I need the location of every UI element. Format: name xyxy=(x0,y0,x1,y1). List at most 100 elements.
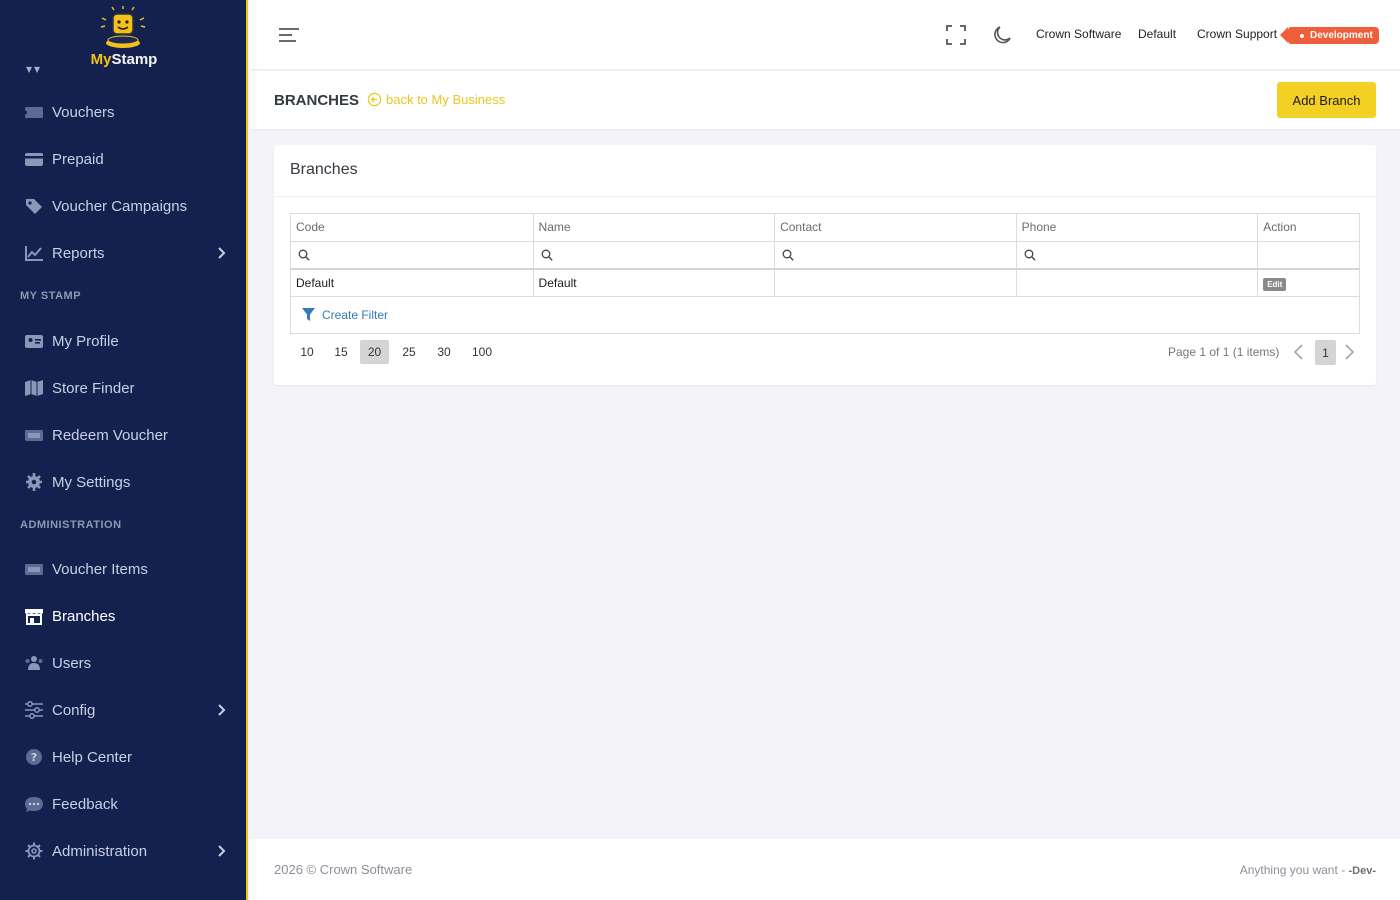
svg-text:?: ? xyxy=(31,751,37,764)
phone-filter-cell xyxy=(1016,241,1259,268)
sidebar-item-my-profile[interactable]: My Profile xyxy=(0,321,246,361)
sidebar-item-label: Branches xyxy=(52,607,116,625)
sidebar-item-voucher-items[interactable]: Voucher Items xyxy=(0,549,246,589)
page-title-bar: BRANCHES back to My Business Add Branch xyxy=(250,71,1400,129)
card-header: Branches xyxy=(274,145,1376,197)
page-title: BRANCHES xyxy=(274,92,360,109)
sidebar-item-reports[interactable]: Reports xyxy=(0,233,246,273)
search-icon xyxy=(541,249,553,261)
column-header-action: Action xyxy=(1263,220,1297,234)
page-size-option[interactable]: 15 xyxy=(330,340,352,364)
arrow-left-circle-icon xyxy=(367,92,382,107)
code-filter-cell xyxy=(291,241,534,268)
tag-icon xyxy=(24,196,44,216)
sidebar: MyStamp ▾▾ Vouchers Prepaid Voucher Camp… xyxy=(0,0,248,900)
chevron-left-icon[interactable] xyxy=(1292,343,1306,361)
branches-grid: Code Name Contact Phone Action Default D… xyxy=(290,213,1360,334)
sidebar-item-help-center[interactable]: ? Help Center xyxy=(0,737,246,777)
sidebar-item-label: Voucher Items xyxy=(52,560,148,578)
sidebar-item-label: My Settings xyxy=(52,473,131,491)
phone-filter-input[interactable] xyxy=(1040,246,1252,264)
sidebar-item-label: Help Center xyxy=(52,748,133,766)
sidebar-item-prepaid[interactable]: Prepaid xyxy=(0,139,246,179)
sidebar-item-users[interactable]: Users xyxy=(0,643,246,683)
search-icon xyxy=(1024,249,1036,261)
sidebar-item-label: Reports xyxy=(52,244,105,262)
cell-name: Default xyxy=(533,268,776,296)
contact-filter-cell xyxy=(775,241,1017,268)
sidebar-item-label: Config xyxy=(52,701,96,719)
column-header-contact[interactable]: Contact xyxy=(775,214,1017,241)
environment-badge: Development xyxy=(1280,27,1379,44)
grid-filter-row xyxy=(291,241,1360,268)
page-number-current[interactable]: 1 xyxy=(1315,340,1336,365)
page-size-option[interactable]: 25 xyxy=(398,340,420,364)
funnel-filter-icon xyxy=(302,308,315,321)
code-filter-input[interactable] xyxy=(315,246,527,264)
sidebar-item-label: Voucher Campaigns xyxy=(52,197,188,215)
cell-phone xyxy=(1016,268,1259,296)
table-row[interactable]: Default Default Edit xyxy=(291,268,1360,296)
pager: 10 15 20 25 30 100 Page 1 of 1 (1 items)… xyxy=(290,340,1360,366)
add-branch-button[interactable]: Add Branch xyxy=(1277,82,1376,118)
credit-card-icon xyxy=(24,149,44,169)
chevron-right-icon xyxy=(218,845,226,857)
page-size-option[interactable]: 10 xyxy=(296,340,318,364)
create-filter-link[interactable]: Create Filter xyxy=(301,307,388,322)
column-header-name[interactable]: Name xyxy=(534,214,776,241)
topbar: Crown Software Default Crown Support Dev… xyxy=(250,0,1400,70)
dark-mode-moon-icon[interactable] xyxy=(991,24,1013,46)
sidebar-item-label: Store Finder xyxy=(52,379,135,397)
grid-header-row: Code Name Contact Phone Action xyxy=(291,214,1359,241)
sidebar-item-label: Redeem Voucher xyxy=(52,426,168,444)
scrolled-item-remnant: ▾▾ xyxy=(26,62,43,76)
chevron-right-icon[interactable] xyxy=(1342,343,1356,361)
branch-link[interactable]: Default xyxy=(1138,27,1176,41)
company-link[interactable]: Crown Software xyxy=(1036,27,1121,41)
column-header-code[interactable]: Code xyxy=(291,214,534,241)
sidebar-item-my-settings[interactable]: My Settings xyxy=(0,462,246,502)
cell-contact xyxy=(775,268,1017,296)
copyright-text: 2026 © Crown Software xyxy=(274,862,413,877)
sidebar-item-store-finder[interactable]: Store Finder xyxy=(0,368,246,408)
sidebar-item-label: My Profile xyxy=(52,332,119,350)
gear-icon xyxy=(24,472,44,492)
ticket-icon xyxy=(24,425,44,445)
sidebar-item-label: Users xyxy=(52,654,92,672)
section-header-administration: ADMINISTRATION xyxy=(20,519,122,531)
page-info: Page 1 of 1 (1 items) xyxy=(1168,345,1280,359)
fullscreen-icon[interactable] xyxy=(945,24,967,46)
users-icon xyxy=(24,653,44,673)
branches-card: Branches Code Name Contact Phone Action xyxy=(274,145,1376,385)
contact-filter-input[interactable] xyxy=(799,246,1010,264)
sidebar-item-redeem-voucher[interactable]: Redeem Voucher xyxy=(0,415,246,455)
menu-toggle-icon[interactable] xyxy=(278,26,300,44)
page-size-option[interactable]: 30 xyxy=(433,340,455,364)
action-filter-cell xyxy=(1258,241,1360,268)
page-size-option-selected[interactable]: 20 xyxy=(360,340,389,364)
question-circle-icon: ? xyxy=(24,747,44,767)
back-to-my-business-link[interactable]: back to My Business xyxy=(367,92,505,107)
chevron-right-icon xyxy=(218,247,226,259)
column-header-phone[interactable]: Phone xyxy=(1017,214,1259,241)
sidebar-item-feedback[interactable]: Feedback xyxy=(0,784,246,824)
ticket-icon xyxy=(24,102,44,122)
name-filter-input[interactable] xyxy=(557,246,769,264)
user-menu-link[interactable]: Crown Support xyxy=(1197,27,1277,41)
sidebar-item-administration[interactable]: Administration xyxy=(0,831,246,871)
mystamp-logo-icon xyxy=(100,6,146,48)
comment-dots-icon xyxy=(24,794,44,814)
cell-action: Edit xyxy=(1258,268,1360,296)
sidebar-item-config[interactable]: Config xyxy=(0,690,246,730)
store-icon xyxy=(24,606,44,626)
ticket-icon xyxy=(24,559,44,579)
sidebar-item-voucher-campaigns[interactable]: Voucher Campaigns xyxy=(0,186,246,226)
edit-button[interactable]: Edit xyxy=(1263,278,1287,291)
sidebar-item-label: Administration xyxy=(52,842,148,860)
name-filter-cell xyxy=(533,241,776,268)
sidebar-item-vouchers[interactable]: Vouchers xyxy=(0,92,246,132)
sidebar-item-label: Feedback xyxy=(52,795,118,813)
page-size-option[interactable]: 100 xyxy=(467,340,497,364)
sidebar-item-branches[interactable]: Branches xyxy=(0,596,246,636)
sidebar-item-label: Prepaid xyxy=(52,150,104,168)
